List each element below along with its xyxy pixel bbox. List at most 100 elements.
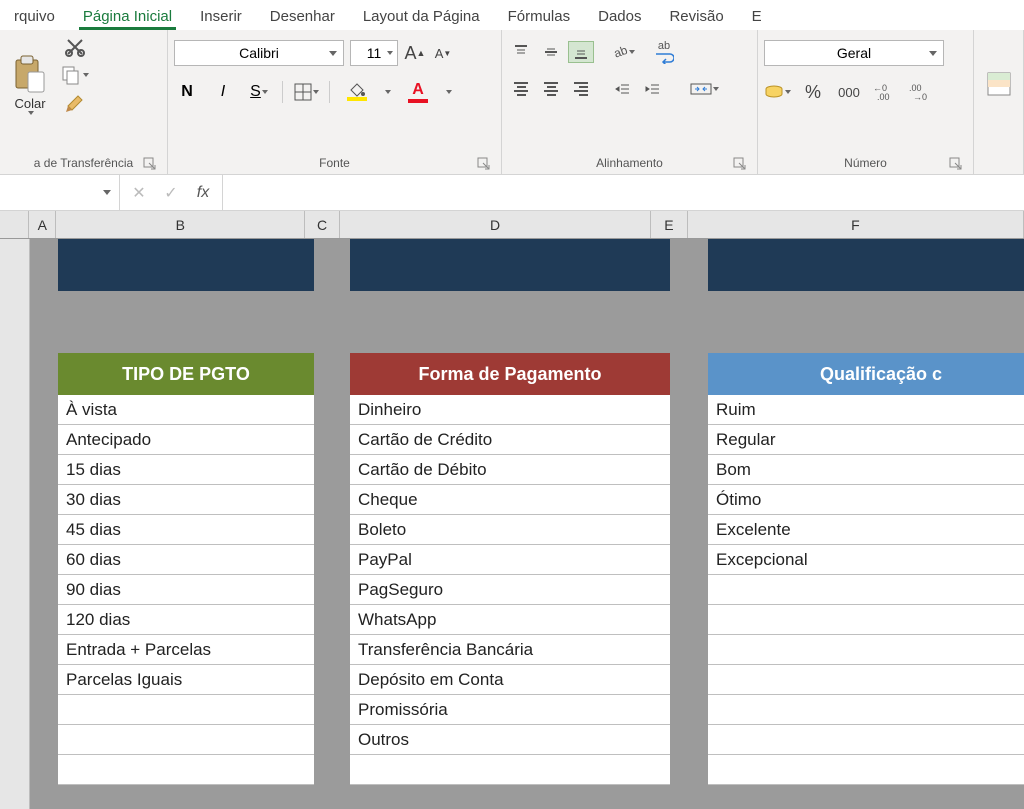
- fill-color-menu[interactable]: [385, 90, 391, 94]
- copy-button[interactable]: [60, 64, 89, 86]
- list-item[interactable]: Cheque: [350, 485, 670, 515]
- col-header-F[interactable]: F: [688, 211, 1024, 238]
- list-item[interactable]: [708, 755, 1024, 785]
- paste-button[interactable]: Colar: [6, 34, 54, 134]
- dialog-launcher-align[interactable]: [733, 157, 747, 171]
- percent-button[interactable]: %: [800, 80, 826, 104]
- merge-center-button[interactable]: [684, 78, 724, 100]
- name-box[interactable]: [0, 175, 120, 210]
- italic-button[interactable]: I: [210, 80, 236, 104]
- tab-extra[interactable]: E: [738, 5, 776, 30]
- list-item[interactable]: Regular: [708, 425, 1024, 455]
- font-size-select[interactable]: 11: [350, 40, 398, 66]
- col-header-D[interactable]: D: [340, 211, 651, 238]
- fill-color-button[interactable]: [340, 80, 374, 104]
- list-item[interactable]: Excepcional: [708, 545, 1024, 575]
- list-item[interactable]: Ótimo: [708, 485, 1024, 515]
- list-item[interactable]: 90 dias: [58, 575, 314, 605]
- list-item[interactable]: [58, 725, 314, 755]
- align-top-button[interactable]: [508, 41, 534, 63]
- tab-arquivo[interactable]: rquivo: [0, 5, 69, 30]
- list-item[interactable]: [58, 755, 314, 785]
- conditional-formatting-button[interactable]: [984, 69, 1014, 99]
- list-item[interactable]: Depósito em Conta: [350, 665, 670, 695]
- list-item[interactable]: Cartão de Crédito: [350, 425, 670, 455]
- list-item[interactable]: [708, 725, 1024, 755]
- decrease-font-button[interactable]: A▼: [432, 46, 454, 61]
- list-item[interactable]: Ruim: [708, 395, 1024, 425]
- tab-dados[interactable]: Dados: [584, 5, 655, 30]
- list-item[interactable]: 120 dias: [58, 605, 314, 635]
- bold-button[interactable]: N: [174, 80, 200, 104]
- align-center-button[interactable]: [538, 78, 564, 100]
- tab-inserir[interactable]: Inserir: [186, 5, 256, 30]
- col-header-B[interactable]: B: [56, 211, 305, 238]
- list-item[interactable]: Cartão de Débito: [350, 455, 670, 485]
- enter-formula-button[interactable]: ✓: [158, 181, 184, 205]
- list-item[interactable]: Dinheiro: [350, 395, 670, 425]
- row-gutter[interactable]: [0, 239, 30, 809]
- list-item[interactable]: Antecipado: [58, 425, 314, 455]
- list-item[interactable]: [708, 605, 1024, 635]
- list-item[interactable]: [708, 695, 1024, 725]
- tab-layout[interactable]: Layout da Página: [349, 5, 494, 30]
- dialog-launcher-clipboard[interactable]: [143, 157, 157, 171]
- table-header-dark[interactable]: [350, 239, 670, 291]
- align-left-button[interactable]: [508, 78, 534, 100]
- list-item[interactable]: Entrada + Parcelas: [58, 635, 314, 665]
- list-item[interactable]: 15 dias: [58, 455, 314, 485]
- list-header[interactable]: Forma de Pagamento: [350, 353, 670, 395]
- decrease-indent-button[interactable]: [610, 78, 636, 100]
- list-item[interactable]: À vista: [58, 395, 314, 425]
- decrease-decimal-button[interactable]: .00→0: [908, 80, 934, 104]
- increase-font-button[interactable]: A▲: [404, 43, 426, 64]
- align-middle-button[interactable]: [538, 41, 564, 63]
- list-item[interactable]: Outros: [350, 725, 670, 755]
- list-item[interactable]: Excelente: [708, 515, 1024, 545]
- col-header-A[interactable]: A: [29, 211, 56, 238]
- dialog-launcher-number[interactable]: [949, 157, 963, 171]
- list-item[interactable]: 45 dias: [58, 515, 314, 545]
- select-all-corner[interactable]: [0, 211, 29, 238]
- format-painter-button[interactable]: [60, 92, 89, 114]
- list-header[interactable]: TIPO DE PGTO: [58, 353, 314, 395]
- list-item[interactable]: 30 dias: [58, 485, 314, 515]
- underline-button[interactable]: S: [246, 80, 272, 104]
- number-format-select[interactable]: Geral: [764, 40, 944, 66]
- accounting-format-button[interactable]: [764, 80, 790, 104]
- tab-desenhar[interactable]: Desenhar: [256, 5, 349, 30]
- wrap-text-button[interactable]: ab: [654, 40, 674, 64]
- list-item[interactable]: [708, 665, 1024, 695]
- orientation-button[interactable]: ab: [610, 41, 636, 63]
- col-header-E[interactable]: E: [651, 211, 688, 238]
- list-item[interactable]: Bom: [708, 455, 1024, 485]
- sheet-area[interactable]: TIPO DE PGTO Forma de Pagamento Qualificaç…: [30, 239, 1024, 809]
- table-header-dark[interactable]: [58, 239, 314, 291]
- list-item[interactable]: [708, 635, 1024, 665]
- align-right-button[interactable]: [568, 78, 594, 100]
- cut-button[interactable]: [60, 36, 89, 58]
- align-bottom-button[interactable]: [568, 41, 594, 63]
- list-item[interactable]: Promissória: [350, 695, 670, 725]
- increase-decimal-button[interactable]: ←0.00: [872, 80, 898, 104]
- list-item[interactable]: 60 dias: [58, 545, 314, 575]
- borders-button[interactable]: [293, 80, 319, 104]
- list-item[interactable]: Boleto: [350, 515, 670, 545]
- list-header[interactable]: Qualificação c: [708, 353, 1024, 395]
- font-color-button[interactable]: A: [401, 80, 435, 104]
- list-item[interactable]: PayPal: [350, 545, 670, 575]
- list-item[interactable]: WhatsApp: [350, 605, 670, 635]
- tab-home[interactable]: Página Inicial: [69, 5, 186, 30]
- dialog-launcher-font[interactable]: [477, 157, 491, 171]
- col-header-C[interactable]: C: [305, 211, 340, 238]
- list-item[interactable]: Parcelas Iguais: [58, 665, 314, 695]
- insert-function-button[interactable]: fx: [190, 181, 216, 205]
- comma-style-button[interactable]: 000: [836, 80, 862, 104]
- list-item[interactable]: PagSeguro: [350, 575, 670, 605]
- tab-formulas[interactable]: Fórmulas: [494, 5, 585, 30]
- font-color-menu[interactable]: [446, 90, 452, 94]
- list-item[interactable]: [708, 575, 1024, 605]
- tab-revisao[interactable]: Revisão: [655, 5, 737, 30]
- cancel-formula-button[interactable]: ✕: [126, 181, 152, 205]
- table-header-dark[interactable]: [708, 239, 1024, 291]
